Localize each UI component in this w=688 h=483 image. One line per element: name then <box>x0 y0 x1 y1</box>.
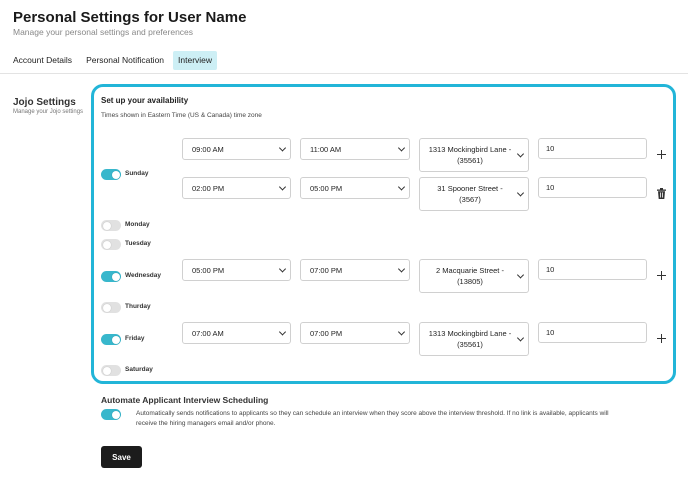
chevron-down-icon <box>516 189 525 197</box>
section-subtitle: Manage your Jojo settings <box>13 109 84 115</box>
page-title: Personal Settings for User Name <box>13 9 247 26</box>
toggle-knob <box>111 170 120 179</box>
toggle-knob <box>102 221 111 230</box>
chevron-down-icon <box>397 265 406 273</box>
start-time-select[interactable]: 09:00 AM <box>182 138 291 160</box>
chevron-down-icon <box>278 183 287 191</box>
toggle-monday[interactable] <box>101 220 121 231</box>
day-label-thursday: Thurday <box>125 303 151 310</box>
end-time-select[interactable]: 07:00 PM <box>300 259 410 281</box>
day-label-tuesday: Tuesday <box>125 240 151 247</box>
end-time-select[interactable]: 05:00 PM <box>300 177 410 199</box>
trash-icon[interactable] <box>657 188 666 199</box>
chevron-down-icon <box>516 150 525 158</box>
toggle-knob <box>111 410 120 419</box>
toggle-friday[interactable] <box>101 334 121 345</box>
chevron-down-icon <box>278 144 287 152</box>
toggle-saturday[interactable] <box>101 365 121 376</box>
plus-icon[interactable] <box>657 150 666 159</box>
slot-value-input[interactable]: 10 <box>538 322 647 343</box>
end-time-select[interactable]: 07:00 PM <box>300 322 410 344</box>
plus-icon[interactable] <box>657 271 666 280</box>
automate-title: Automate Applicant Interview Scheduling <box>101 395 269 405</box>
start-time-select[interactable]: 07:00 AM <box>182 322 291 344</box>
day-label-saturday: Saturday <box>125 366 153 373</box>
tab-interview[interactable]: Interview <box>173 51 218 70</box>
toggle-knob <box>102 366 111 375</box>
toggle-automate-scheduling[interactable] <box>101 409 121 420</box>
chevron-down-icon <box>397 144 406 152</box>
automate-description: Automatically sends notifications to app… <box>136 410 609 427</box>
start-time-select[interactable]: 05:00 PM <box>182 259 291 281</box>
day-label-friday: Friday <box>125 335 145 342</box>
slot-value-input[interactable]: 10 <box>538 259 647 280</box>
toggle-knob <box>102 303 111 312</box>
availability-title: Set up your availability <box>101 96 189 105</box>
chevron-down-icon <box>397 183 406 191</box>
chevron-down-icon <box>278 265 287 273</box>
location-select[interactable]: 1313 Mockingbird Lane - (35561) <box>419 322 529 356</box>
location-select[interactable]: 1313 Mockingbird Lane - (35561) <box>419 138 529 172</box>
tab-account-details[interactable]: Account Details <box>8 51 77 70</box>
slot-value-input[interactable]: 10 <box>538 138 647 159</box>
tab-bar: Account Details Personal Notification In… <box>8 51 218 70</box>
toggle-thursday[interactable] <box>101 302 121 313</box>
tab-personal-notification[interactable]: Personal Notification <box>81 51 169 70</box>
day-label-wednesday: Wednesday <box>125 272 162 279</box>
chevron-down-icon <box>516 334 525 342</box>
page-subtitle: Manage your personal settings and prefer… <box>13 27 194 37</box>
chevron-down-icon <box>516 271 525 279</box>
timezone-note: Times shown in Eastern Time (US & Canada… <box>101 112 262 119</box>
day-label-monday: Monday <box>125 221 150 228</box>
end-time-select[interactable]: 11:00 AM <box>300 138 410 160</box>
toggle-sunday[interactable] <box>101 169 121 180</box>
toggle-knob <box>102 240 111 249</box>
day-label-sunday: Sunday <box>125 170 149 177</box>
toggle-knob <box>111 272 120 281</box>
chevron-down-icon <box>397 328 406 336</box>
toggle-tuesday[interactable] <box>101 239 121 250</box>
location-select[interactable]: 31 Spooner Street - (3567) <box>419 177 529 211</box>
save-button[interactable]: Save <box>101 446 142 468</box>
toggle-wednesday[interactable] <box>101 271 121 282</box>
start-time-select[interactable]: 02:00 PM <box>182 177 291 199</box>
header-divider <box>0 73 688 74</box>
plus-icon[interactable] <box>657 334 666 343</box>
section-title: Jojo Settings <box>13 97 76 108</box>
chevron-down-icon <box>278 328 287 336</box>
location-select[interactable]: 2 Macquarie Street - (13805) <box>419 259 529 293</box>
toggle-knob <box>111 335 120 344</box>
slot-value-input[interactable]: 10 <box>538 177 647 198</box>
